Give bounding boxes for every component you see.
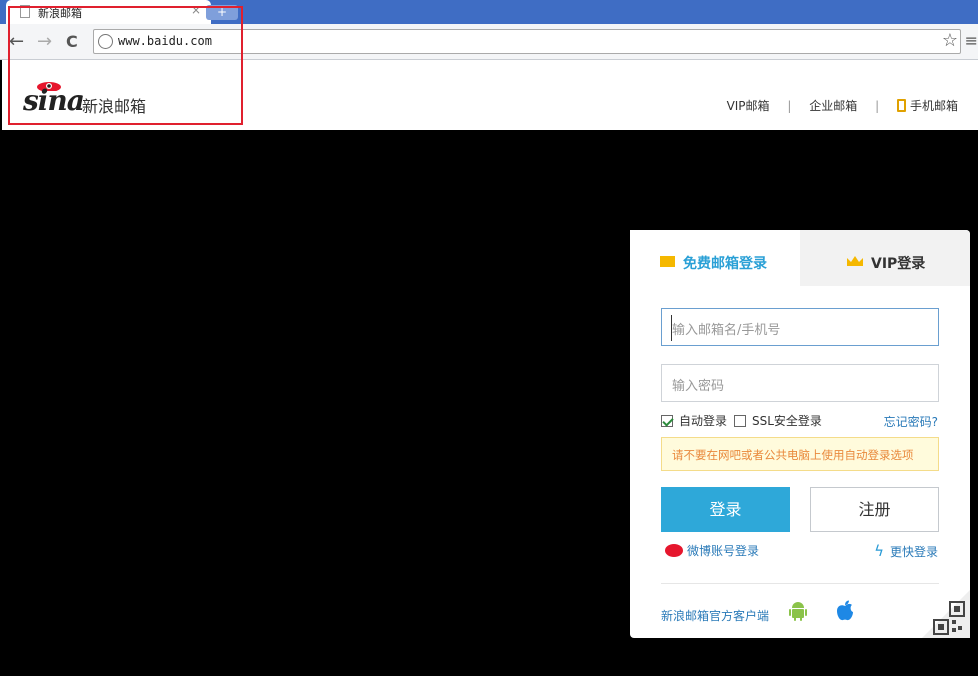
- header-links: VIP邮箱 | 企业邮箱 | 手机邮箱: [727, 97, 958, 114]
- phone-icon: [896, 99, 906, 112]
- ssl-login-option[interactable]: SSL安全登录: [734, 412, 822, 429]
- mail-icon: [660, 256, 675, 267]
- warning-notice: 请不要在网吧或者公共电脑上使用自动登录选项: [661, 437, 939, 471]
- qr-code-icon[interactable]: [922, 590, 970, 638]
- bookmark-star-icon[interactable]: ☆: [942, 30, 958, 51]
- weibo-login-label: 微博账号登录: [687, 544, 760, 558]
- separator: |: [875, 99, 880, 113]
- quick-login-label: 更快登录: [889, 545, 938, 559]
- login-button[interactable]: 登录: [661, 487, 790, 532]
- ssl-login-label: SSL安全登录: [752, 414, 822, 428]
- tab-free-label: 免费邮箱登录: [683, 256, 767, 272]
- auto-login-label: 自动登录: [679, 414, 728, 428]
- username-placeholder: 输入邮箱名/手机号: [672, 323, 781, 338]
- android-icon[interactable]: [789, 600, 807, 622]
- tab-vip-label: VIP登录: [871, 256, 926, 272]
- separator: |: [787, 99, 792, 113]
- register-button[interactable]: 注册: [810, 487, 939, 532]
- lightning-icon: ϟ: [874, 542, 884, 560]
- weibo-login-link[interactable]: 微博账号登录: [665, 542, 759, 559]
- client-download-link[interactable]: 新浪邮箱官方客户端: [661, 607, 769, 624]
- auto-login-option[interactable]: 自动登录: [661, 412, 727, 429]
- forgot-password-link[interactable]: 忘记密码?: [884, 413, 938, 430]
- vip-mail-link[interactable]: VIP邮箱: [727, 97, 770, 114]
- password-placeholder: 输入密码: [672, 379, 725, 394]
- username-input[interactable]: 输入邮箱名/手机号: [661, 308, 939, 346]
- mobile-mail-link[interactable]: 手机邮箱: [910, 97, 958, 114]
- apple-icon[interactable]: [835, 600, 855, 622]
- divider: [661, 583, 939, 584]
- weibo-icon: [665, 544, 683, 557]
- highlight-box: [8, 6, 243, 125]
- wrench-menu-icon[interactable]: ≡: [965, 31, 978, 50]
- login-panel: 免费邮箱登录 VIP登录 输入邮箱名/手机号 输入密码 自动登录 SSL安全登录…: [630, 230, 970, 638]
- ssl-login-checkbox[interactable]: [734, 415, 746, 427]
- warning-text: 请不要在网吧或者公共电脑上使用自动登录选项: [672, 448, 914, 462]
- tab-vip-login[interactable]: VIP登录: [800, 230, 970, 286]
- auto-login-checkbox[interactable]: [661, 415, 673, 427]
- enterprise-mail-link[interactable]: 企业邮箱: [809, 97, 857, 114]
- password-input[interactable]: 输入密码: [661, 364, 939, 402]
- tab-free-login[interactable]: 免费邮箱登录: [630, 230, 800, 286]
- crown-icon: [847, 256, 863, 266]
- quick-login-link[interactable]: ϟ 更快登录: [874, 542, 938, 560]
